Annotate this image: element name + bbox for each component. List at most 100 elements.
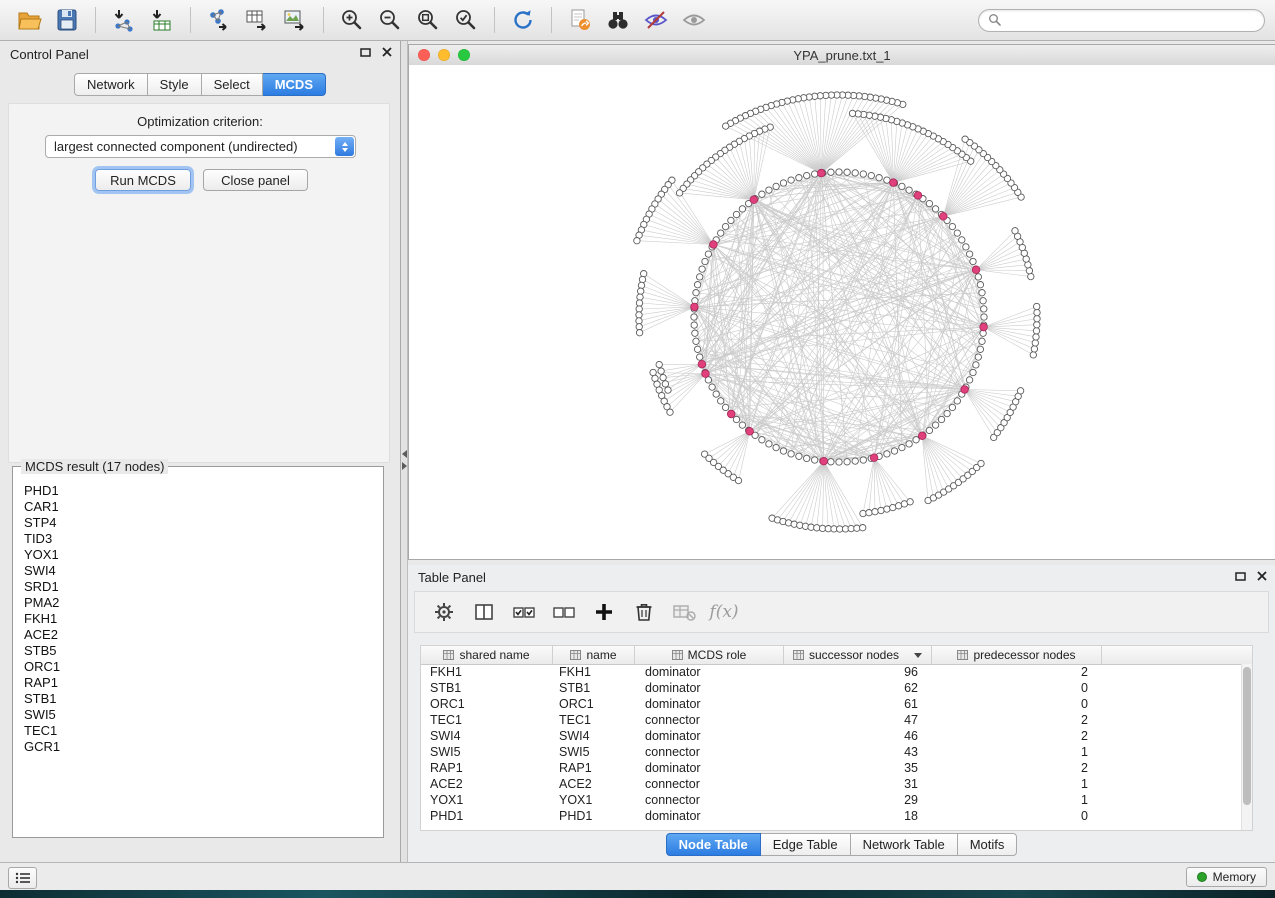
mcds-result-item[interactable]: SWI4 — [24, 563, 372, 579]
table-cell[interactable]: FKH1 — [553, 664, 635, 680]
memory-button[interactable]: Memory — [1186, 867, 1267, 887]
open-file-button[interactable] — [10, 4, 48, 36]
filter-show-button[interactable] — [675, 4, 713, 36]
column-header-predecessor-nodes[interactable]: predecessor nodes — [932, 646, 1102, 664]
collapse-right-icon[interactable] — [402, 462, 407, 470]
mcds-result-item[interactable]: PHD1 — [24, 483, 372, 499]
table-cell[interactable]: STB1 — [553, 680, 635, 696]
table-cell[interactable]: 43 — [784, 744, 932, 760]
float-panel-icon[interactable] — [1235, 572, 1246, 581]
table-row[interactable]: PHD1PHD1dominator180 — [421, 808, 1252, 824]
table-cell[interactable]: SWI4 — [421, 728, 553, 744]
table-cell[interactable]: 35 — [784, 760, 932, 776]
run-mcds-button[interactable]: Run MCDS — [95, 169, 191, 191]
table-cell[interactable]: TEC1 — [553, 712, 635, 728]
export-network-button[interactable] — [200, 4, 238, 36]
refresh-button[interactable] — [504, 4, 542, 36]
import-table-button[interactable] — [143, 4, 181, 36]
column-header-successor-nodes[interactable]: successor nodes — [784, 646, 932, 664]
table-cell[interactable]: connector — [635, 792, 784, 808]
table-cell[interactable]: SWI4 — [553, 728, 635, 744]
mcds-result-item[interactable]: STP4 — [24, 515, 372, 531]
table-cell[interactable]: connector — [635, 776, 784, 792]
table-cell[interactable]: dominator — [635, 728, 784, 744]
mcds-result-item[interactable]: STB1 — [24, 691, 372, 707]
table-cell[interactable]: STB1 — [421, 680, 553, 696]
add-column-button[interactable] — [587, 597, 621, 627]
mcds-result-item[interactable]: FKH1 — [24, 611, 372, 627]
deselect-all-button[interactable] — [547, 597, 581, 627]
table-cell[interactable]: PHD1 — [553, 808, 635, 824]
mcds-result-item[interactable]: TEC1 — [24, 723, 372, 739]
table-cell[interactable]: ORC1 — [421, 696, 553, 712]
table-row[interactable]: TEC1TEC1connector472 — [421, 712, 1252, 728]
table-cell[interactable]: ACE2 — [553, 776, 635, 792]
zoom-fit-button[interactable] — [409, 4, 447, 36]
table-cell[interactable]: ACE2 — [421, 776, 553, 792]
table-row[interactable]: FKH1FKH1dominator962 — [421, 664, 1252, 680]
mcds-result-item[interactable]: RAP1 — [24, 675, 372, 691]
mcds-result-item[interactable]: GCR1 — [24, 739, 372, 755]
panel-splitter[interactable] — [401, 41, 408, 862]
table-cell[interactable]: 29 — [784, 792, 932, 808]
zoom-in-button[interactable] — [333, 4, 371, 36]
tab-motifs[interactable]: Motifs — [958, 833, 1018, 856]
splitter-grip[interactable] — [401, 450, 407, 470]
table-cell[interactable]: 46 — [784, 728, 932, 744]
mcds-result-item[interactable]: SWI5 — [24, 707, 372, 723]
export-table-button[interactable] — [238, 4, 276, 36]
mcds-result-item[interactable]: YOX1 — [24, 547, 372, 563]
network-window-titlebar[interactable]: YPA_prune.txt_1 — [409, 45, 1275, 66]
table-cell[interactable]: 31 — [784, 776, 932, 792]
mcds-result-item[interactable]: TID3 — [24, 531, 372, 547]
table-cell[interactable]: YOX1 — [553, 792, 635, 808]
table-cell[interactable]: dominator — [635, 664, 784, 680]
column-header-shared-name[interactable]: shared name — [421, 646, 553, 664]
table-cell[interactable]: 2 — [932, 664, 1102, 680]
table-cell[interactable]: dominator — [635, 760, 784, 776]
mcds-result-item[interactable]: CAR1 — [24, 499, 372, 515]
tab-edge-table[interactable]: Edge Table — [761, 833, 851, 856]
close-panel-icon[interactable] — [382, 47, 392, 57]
tab-network-table[interactable]: Network Table — [851, 833, 958, 856]
table-cell[interactable]: FKH1 — [421, 664, 553, 680]
network-canvas[interactable] — [409, 65, 1275, 559]
search-input[interactable] — [1008, 12, 1255, 29]
table-row[interactable]: SWI4SWI4dominator462 — [421, 728, 1252, 744]
table-row[interactable]: ACE2ACE2connector311 — [421, 776, 1252, 792]
table-cell[interactable]: 0 — [932, 680, 1102, 696]
table-cell[interactable]: 2 — [932, 760, 1102, 776]
table-cell[interactable]: dominator — [635, 808, 784, 824]
table-cell[interactable]: 2 — [932, 728, 1102, 744]
scrollbar-thumb[interactable] — [1243, 667, 1251, 805]
table-cell[interactable]: 61 — [784, 696, 932, 712]
table-cell[interactable]: ORC1 — [553, 696, 635, 712]
share-document-button[interactable] — [561, 4, 599, 36]
filter-hide-button[interactable] — [637, 4, 675, 36]
column-header-mcds-role[interactable]: MCDS role — [635, 646, 784, 664]
task-history-button[interactable] — [8, 867, 37, 889]
table-row[interactable]: ORC1ORC1dominator610 — [421, 696, 1252, 712]
tab-select[interactable]: Select — [202, 73, 263, 96]
column-header-name[interactable]: name — [553, 646, 635, 664]
table-cell[interactable]: PHD1 — [421, 808, 553, 824]
tab-network[interactable]: Network — [74, 73, 148, 96]
mcds-result-item[interactable]: PMA2 — [24, 595, 372, 611]
table-settings-button[interactable] — [427, 597, 461, 627]
find-button[interactable] — [599, 4, 637, 36]
table-cell[interactable]: 96 — [784, 664, 932, 680]
mcds-result-item[interactable]: ORC1 — [24, 659, 372, 675]
tab-style[interactable]: Style — [148, 73, 202, 96]
table-cell[interactable]: 0 — [932, 808, 1102, 824]
close-panel-icon[interactable] — [1257, 571, 1267, 581]
table-cell[interactable]: TEC1 — [421, 712, 553, 728]
table-cell[interactable]: YOX1 — [421, 792, 553, 808]
table-cell[interactable]: dominator — [635, 696, 784, 712]
table-row[interactable]: RAP1RAP1dominator352 — [421, 760, 1252, 776]
import-network-button[interactable] — [105, 4, 143, 36]
table-cell[interactable]: connector — [635, 712, 784, 728]
mcds-result-item[interactable]: ACE2 — [24, 627, 372, 643]
table-row[interactable]: STB1STB1dominator620 — [421, 680, 1252, 696]
table-row[interactable]: SWI5SWI5connector431 — [421, 744, 1252, 760]
close-panel-button[interactable]: Close panel — [203, 169, 308, 191]
